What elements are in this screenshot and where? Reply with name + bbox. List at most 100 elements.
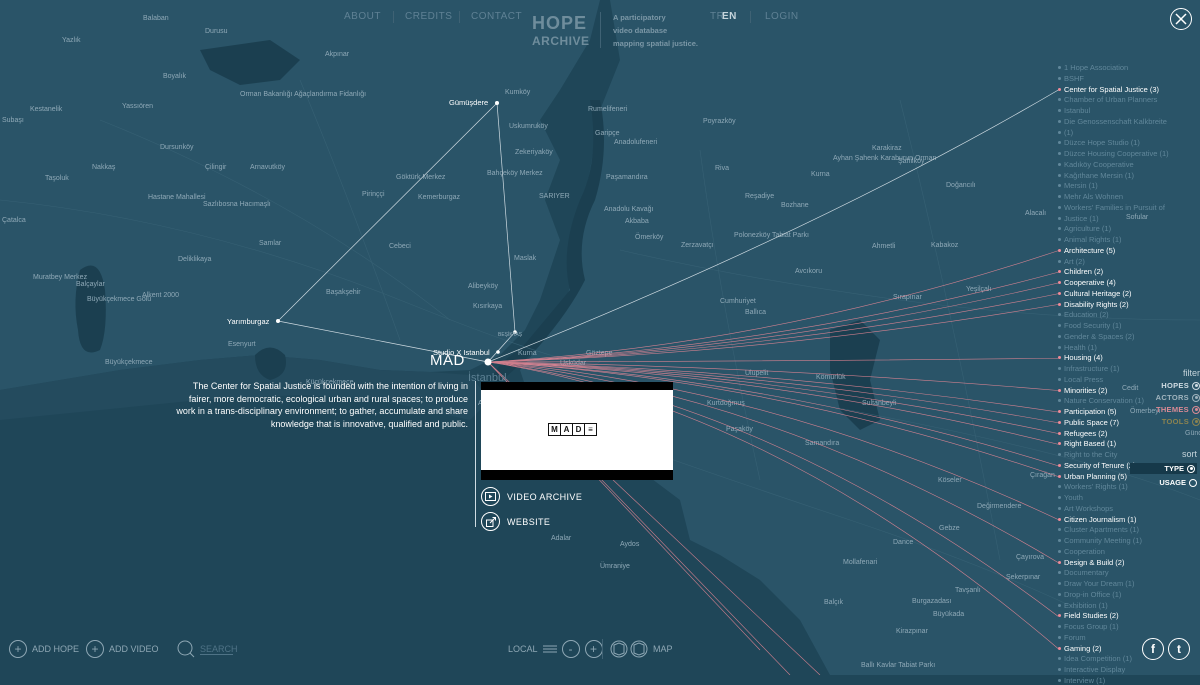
legend-item[interactable]: Children (2) xyxy=(1058,267,1103,276)
filter-tools[interactable]: TOOLS xyxy=(1130,417,1200,426)
legend-item[interactable]: Community Meeting (1) xyxy=(1058,536,1142,545)
legend-item[interactable]: Idea Competition (1) xyxy=(1058,654,1132,663)
legend-label: Mehr Als Wohnen xyxy=(1064,192,1124,201)
legend-item[interactable]: Cultural Heritage (2) xyxy=(1058,289,1132,298)
legend-dot-icon xyxy=(1058,560,1061,564)
legend-item[interactable]: (1) xyxy=(1058,128,1073,137)
radio-icon xyxy=(1192,381,1200,390)
legend-item[interactable]: Interactive Display xyxy=(1058,665,1125,674)
legend-item[interactable]: Düzce Hope Studio (1) xyxy=(1058,138,1140,147)
legend-item[interactable]: Focus Group (1) xyxy=(1058,622,1119,631)
twitter-button[interactable]: t xyxy=(1168,638,1190,660)
nav-credits[interactable]: CREDITS xyxy=(405,11,452,22)
legend-item[interactable]: Drop-in Office (1) xyxy=(1058,590,1121,599)
legend-item[interactable]: Draw Your Dream (1) xyxy=(1058,579,1134,588)
legend-item[interactable]: Youth xyxy=(1058,493,1083,502)
legend-item[interactable]: Right to the City xyxy=(1058,450,1117,459)
legend-label: Local Press xyxy=(1064,374,1104,384)
filter-actors[interactable]: ACTORS xyxy=(1130,393,1200,402)
legend-item[interactable]: Mersin (1) xyxy=(1058,181,1098,190)
node-studio-x[interactable] xyxy=(496,350,500,354)
node-yarimburgaz[interactable] xyxy=(276,319,280,323)
legend-dot-icon xyxy=(1058,485,1061,489)
nav-login[interactable]: LOGIN xyxy=(765,11,799,22)
legend-item[interactable]: Workers' Families in Pursuit of xyxy=(1058,203,1165,212)
legend-item[interactable]: Infrastructure (1) xyxy=(1058,364,1119,373)
node-mad[interactable] xyxy=(484,358,492,366)
legend-item[interactable]: Documentary xyxy=(1058,568,1109,577)
legend-item[interactable]: Gaming (2) xyxy=(1058,644,1102,653)
sort-type[interactable]: TYPE xyxy=(1130,463,1197,474)
map-canvas[interactable]: Balaban Yazlık Durusu Akpınar Boyalık Yassıör… xyxy=(0,0,1200,675)
legend-item[interactable]: Housing (4) xyxy=(1058,353,1103,362)
legend-item[interactable]: Health (1) xyxy=(1058,343,1097,352)
map-place-label: Mollafenari xyxy=(843,559,878,566)
legend-item[interactable]: Agriculture (1) xyxy=(1058,224,1111,233)
legend-item[interactable]: Exhibition (1) xyxy=(1058,601,1108,610)
hope-archive-logo[interactable]: HOPE ARCHIVE xyxy=(532,14,592,48)
legend-item[interactable]: Istanbul xyxy=(1058,106,1090,115)
map-place-label: Poyrazköy xyxy=(703,118,736,125)
legend-item[interactable]: Right Based (1) xyxy=(1058,439,1116,448)
search-box[interactable]: SEARCH xyxy=(177,640,238,658)
legend-item[interactable]: Kağıthane Mersin (1) xyxy=(1058,171,1134,180)
add-video-button[interactable]: + ADD VIDEO xyxy=(86,640,159,658)
legend-item[interactable]: Art Workshops xyxy=(1058,504,1113,513)
legend-item[interactable]: Disability Rights (2) xyxy=(1058,300,1129,309)
legend-item[interactable]: Food Security (1) xyxy=(1058,321,1122,330)
add-hope-button[interactable]: + ADD HOPE xyxy=(9,640,79,658)
legend-item[interactable]: Die Genossenschaft Kalkbreite xyxy=(1058,117,1167,126)
video-archive-link[interactable]: VIDEO ARCHIVE xyxy=(481,487,582,506)
legend-item[interactable]: Center for Spatial Justice (3) xyxy=(1058,85,1159,94)
legend-item[interactable]: Interview (1) xyxy=(1058,676,1105,685)
legend-item[interactable]: Mehr Als Wohnen xyxy=(1058,192,1123,201)
legend-label: Mersin (1) xyxy=(1064,181,1098,191)
legend-item[interactable]: Cooperative (4) xyxy=(1058,278,1116,287)
zoom-out-button[interactable]: - xyxy=(561,640,580,658)
legend-item[interactable]: Cluster Apartments (1) xyxy=(1058,525,1139,534)
legend-item[interactable]: Kadıköy Cooperative xyxy=(1058,160,1134,169)
legend-item[interactable]: Field Studies (2) xyxy=(1058,611,1119,620)
legend-item[interactable]: Design & Build (2) xyxy=(1058,558,1124,567)
legend-item[interactable]: Public Space (7) xyxy=(1058,418,1119,427)
legend-item[interactable]: BSHF xyxy=(1058,74,1084,83)
legend-item[interactable]: Participation (5) xyxy=(1058,407,1117,416)
facebook-button[interactable]: f xyxy=(1142,638,1164,660)
nav-divider xyxy=(459,11,460,23)
filter-themes[interactable]: THEMES xyxy=(1130,405,1200,414)
nav-about[interactable]: ABOUT xyxy=(344,11,381,22)
legend-item[interactable]: Security of Tenure (2) xyxy=(1058,461,1136,470)
map-place-label: Kurna xyxy=(518,350,537,357)
legend-item[interactable]: Urban Planning (5) xyxy=(1058,472,1127,481)
legend-item[interactable]: Education (2) xyxy=(1058,310,1109,319)
nav-contact[interactable]: CONTACT xyxy=(471,11,522,22)
legend-item[interactable]: 1 Hope Association xyxy=(1058,63,1128,72)
website-link[interactable]: WEBSITE xyxy=(481,512,550,531)
zoom-in-button[interactable]: + xyxy=(584,640,603,658)
search-input[interactable]: SEARCH xyxy=(200,644,238,655)
legend-item[interactable]: Animal Rights (1) xyxy=(1058,235,1122,244)
map-toggle[interactable]: MAP xyxy=(610,640,673,658)
legend-label: Field Studies (2) xyxy=(1064,611,1119,621)
video-player[interactable]: M A D ≡ xyxy=(481,382,673,480)
sort-usage[interactable]: USAGE xyxy=(1130,478,1197,487)
legend-item[interactable]: Minorities (2) xyxy=(1058,386,1107,395)
legend-item[interactable]: Architecture (5) xyxy=(1058,246,1115,255)
legend-item[interactable]: Local Press xyxy=(1058,375,1103,384)
legend-item[interactable]: Justice (1) xyxy=(1058,214,1099,223)
legend-item[interactable]: Art (2) xyxy=(1058,257,1085,266)
radio-icon xyxy=(1187,464,1195,473)
node-gumusdere[interactable] xyxy=(495,101,499,105)
nav-lang-en[interactable]: EN xyxy=(722,11,737,22)
filter-hopes[interactable]: HOPES xyxy=(1130,381,1200,390)
legend-item[interactable]: Düzce Housing Cooperative (1) xyxy=(1058,149,1169,158)
legend-item[interactable]: Forum xyxy=(1058,633,1086,642)
legend-item[interactable]: Gender & Spaces (2) xyxy=(1058,332,1134,341)
legend-item[interactable]: Cooperation xyxy=(1058,547,1105,556)
legend-item[interactable]: Workers' Rights (1) xyxy=(1058,482,1128,491)
video-logo-letter: A xyxy=(561,424,573,435)
legend-item[interactable]: Citizen Journalism (1) xyxy=(1058,515,1137,524)
close-button[interactable] xyxy=(1170,8,1192,30)
legend-item[interactable]: Chamber of Urban Planners xyxy=(1058,95,1157,104)
legend-item[interactable]: Refugees (2) xyxy=(1058,429,1107,438)
